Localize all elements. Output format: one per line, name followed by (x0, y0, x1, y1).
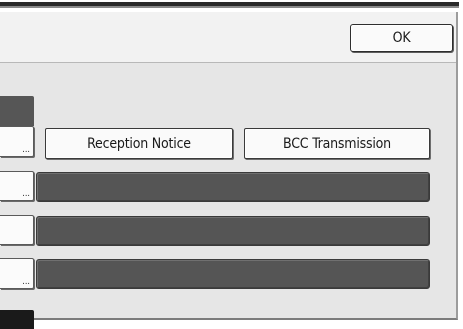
entry-field[interactable] (36, 172, 430, 202)
more-indicator: ... (22, 145, 30, 155)
bottom-tab-left[interactable] (0, 310, 34, 329)
row-button-left[interactable]: ... (0, 126, 34, 157)
top-divider-shadow (0, 6, 459, 8)
reception-notice-button[interactable]: Reception Notice (45, 128, 233, 159)
row-button-left[interactable]: ... (0, 258, 34, 289)
more-indicator: ... (22, 189, 30, 199)
bcc-transmission-button[interactable]: BCC Transmission (244, 128, 430, 159)
row-button-left[interactable]: ... (0, 171, 34, 201)
entry-field[interactable] (36, 259, 430, 289)
more-indicator: ... (22, 277, 30, 287)
ok-button[interactable]: OK (350, 24, 453, 52)
selected-tab-left[interactable] (0, 96, 34, 126)
entry-field[interactable] (36, 216, 430, 246)
row-button-left[interactable] (0, 215, 34, 245)
